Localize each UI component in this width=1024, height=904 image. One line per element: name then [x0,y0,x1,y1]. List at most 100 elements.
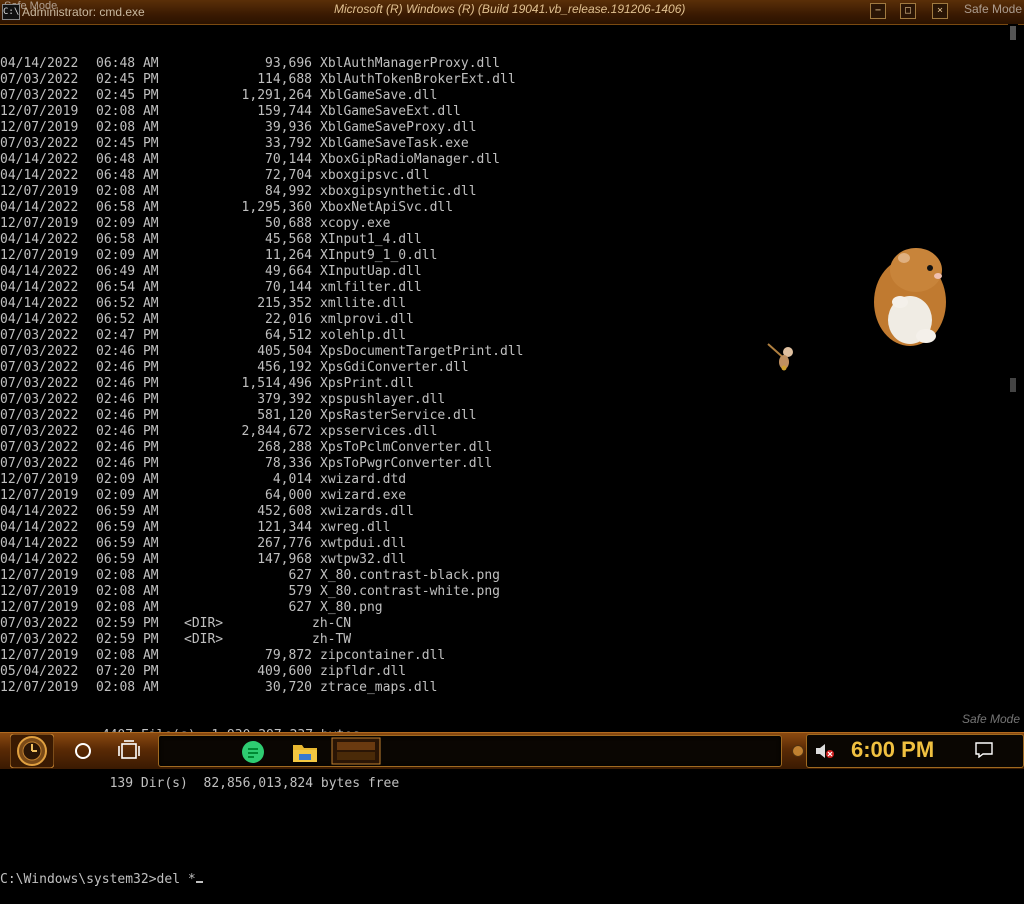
entry-size: 33,792 [265,136,312,151]
entry-time: 02:45 PM [96,72,159,87]
listing-row: 04/14/2022 06:58 AM 1,295,360 XboxNetApiSvc… [0,200,1008,216]
entry-name: XblAuthManagerProxy.dll [320,56,501,71]
entry-date: 12/07/2019 [0,184,79,199]
entry-name: XblGameSaveProxy.dll [320,120,477,135]
entry-name: XInputUap.dll [320,264,422,279]
listing-row: 07/03/2022 02:46 PM 405,504 XpsDocumentTarg… [0,344,1008,360]
entry-date: 04/14/2022 [0,520,79,535]
entry-time: 02:46 PM [96,424,159,439]
entry-name: xboxgipsynthetic.dll [320,184,477,199]
entry-date: 04/14/2022 [0,280,79,295]
entry-date: 12/07/2019 [0,648,79,663]
entry-size: 114,688 [257,72,312,87]
entry-size: 159,744 [257,104,312,119]
listing-row: 07/03/2022 02:46 PM 268,288 XpsToPclmConver… [0,440,1008,456]
entry-time: 02:46 PM [96,440,159,455]
listing-row: 12/07/2019 02:09 AM 11,264 XInput9_1_0.dll [0,248,1008,264]
speaker-muted-icon[interactable] [815,743,835,759]
listing-row: 12/07/2019 02:08 AM 84,992 xboxgipsynthetic… [0,184,1008,200]
listing-row: 07/03/2022 02:47 PM 64,512 xolehlp.dll [0,328,1008,344]
listing-row: 07/03/2022 02:45 PM 114,688 XblAuthTokenBro… [0,72,1008,88]
entry-time: 06:59 AM [96,536,159,551]
entry-name: XpsRasterService.dll [320,408,477,423]
steampunk-app-icon[interactable] [331,737,381,765]
entry-time: 06:59 AM [96,504,159,519]
entry-time: 02:09 AM [96,488,159,503]
system-tray: 6:00 PM [806,734,1024,768]
entry-size: 379,392 [257,392,312,407]
entry-name: XInput9_1_0.dll [320,248,438,263]
entry-name: xcopy.exe [320,216,391,231]
safe-mode-label-top-right: Safe Mode [963,2,1022,16]
scroll-marker [1010,378,1016,392]
listing-row: 04/14/2022 06:59 AM 147,968 xwtpw32.dll [0,552,1008,568]
entry-time: 06:52 AM [96,312,159,327]
entry-time: 02:08 AM [96,648,159,663]
entry-name: X_80.contrast-black.png [320,568,501,583]
listing-row: 12/07/2019 02:08 AM 159,744 XblGameSaveExt.… [0,104,1008,120]
cortana-circle-icon[interactable] [70,738,96,764]
close-button[interactable]: × [932,3,948,19]
listing-row: 04/14/2022 06:48 AM 70,144 XboxGipRadioMana… [0,152,1008,168]
entry-dir-tag: <DIR> [184,632,224,647]
entry-time: 02:45 PM [96,88,159,103]
tray-gear-icon[interactable] [792,745,804,757]
taskbar-apps-area [158,735,782,767]
entry-date: 07/03/2022 [0,328,79,343]
hamster-desktop-pet-icon[interactable] [860,240,956,356]
entry-date: 12/07/2019 [0,248,79,263]
entry-time: 06:48 AM [96,56,159,71]
sticky-notes-icon[interactable] [239,740,267,764]
listing-row: 07/03/2022 02:46 PM 2,844,672 xpsservices.d… [0,424,1008,440]
console-output[interactable]: 04/14/2022 06:48 AM 93,696 XblAuthManagerPr… [0,24,1008,887]
entry-size: 79,872 [265,648,312,663]
entry-date: 12/07/2019 [0,472,79,487]
entry-date: 04/14/2022 [0,152,79,167]
entry-date: 04/14/2022 [0,232,79,247]
entry-size: 70,144 [265,152,312,167]
entry-size: 11,264 [265,248,312,263]
command-input[interactable]: del * [157,872,196,888]
entry-name: xwizard.dtd [320,472,407,487]
clock-time[interactable]: 6:00 PM [851,737,934,763]
start-button[interactable] [10,734,54,768]
vertical-scrollbar[interactable] [1008,24,1018,732]
entry-date: 04/14/2022 [0,264,79,279]
entry-date: 04/14/2022 [0,536,79,551]
listing-row: 07/03/2022 02:45 PM 33,792 XblGameSaveTask.… [0,136,1008,152]
entry-time: 02:46 PM [96,360,159,375]
maximize-button[interactable]: □ [900,3,916,19]
entry-name: XpsToPclmConverter.dll [320,440,493,455]
entry-name: XboxGipRadioManager.dll [320,152,501,167]
listing-row: 12/07/2019 02:08 AM 579 X_80.contrast-white… [0,584,1008,600]
task-view-icon[interactable] [116,738,144,764]
entry-date: 12/07/2019 [0,488,79,503]
entry-time: 06:48 AM [96,152,159,167]
entry-name: xolehlp.dll [320,328,407,343]
listing-row: 12/07/2019 02:08 AM 627 X_80.png [0,600,1008,616]
entry-size: 70,144 [265,280,312,295]
entry-size: 72,704 [265,168,312,183]
entry-size: 50,688 [265,216,312,231]
entry-size: 4,014 [272,472,312,487]
folder-icon[interactable] [291,740,319,764]
entry-date: 04/14/2022 [0,200,79,215]
notification-icon[interactable] [975,742,993,758]
entry-date: 07/03/2022 [0,456,79,471]
entry-time: 02:59 PM [96,632,159,647]
scroll-thumb[interactable] [1010,26,1016,40]
entry-size: 1,514,496 [241,376,312,391]
entry-date: 07/03/2022 [0,424,79,439]
entry-name: XboxNetApiSvc.dll [320,200,454,215]
window-title-bar[interactable]: Safe Mode C:\ Administrator: cmd.exe Mic… [0,0,1024,25]
listing-row: 07/03/2022 02:59 PM <DIR> zh-TW [0,632,1008,648]
entry-date: 07/03/2022 [0,392,79,407]
entry-name: xmllite.dll [320,296,407,311]
cmd-app-icon[interactable]: C:\ [2,4,20,20]
entry-date: 04/14/2022 [0,56,79,71]
minimize-button[interactable]: − [870,3,886,19]
entry-time: 02:46 PM [96,344,159,359]
entry-dir-tag: <DIR> [184,616,224,631]
command-prompt-line[interactable]: C:\Windows\system32>del * [0,872,1008,888]
entry-date: 07/03/2022 [0,376,79,391]
